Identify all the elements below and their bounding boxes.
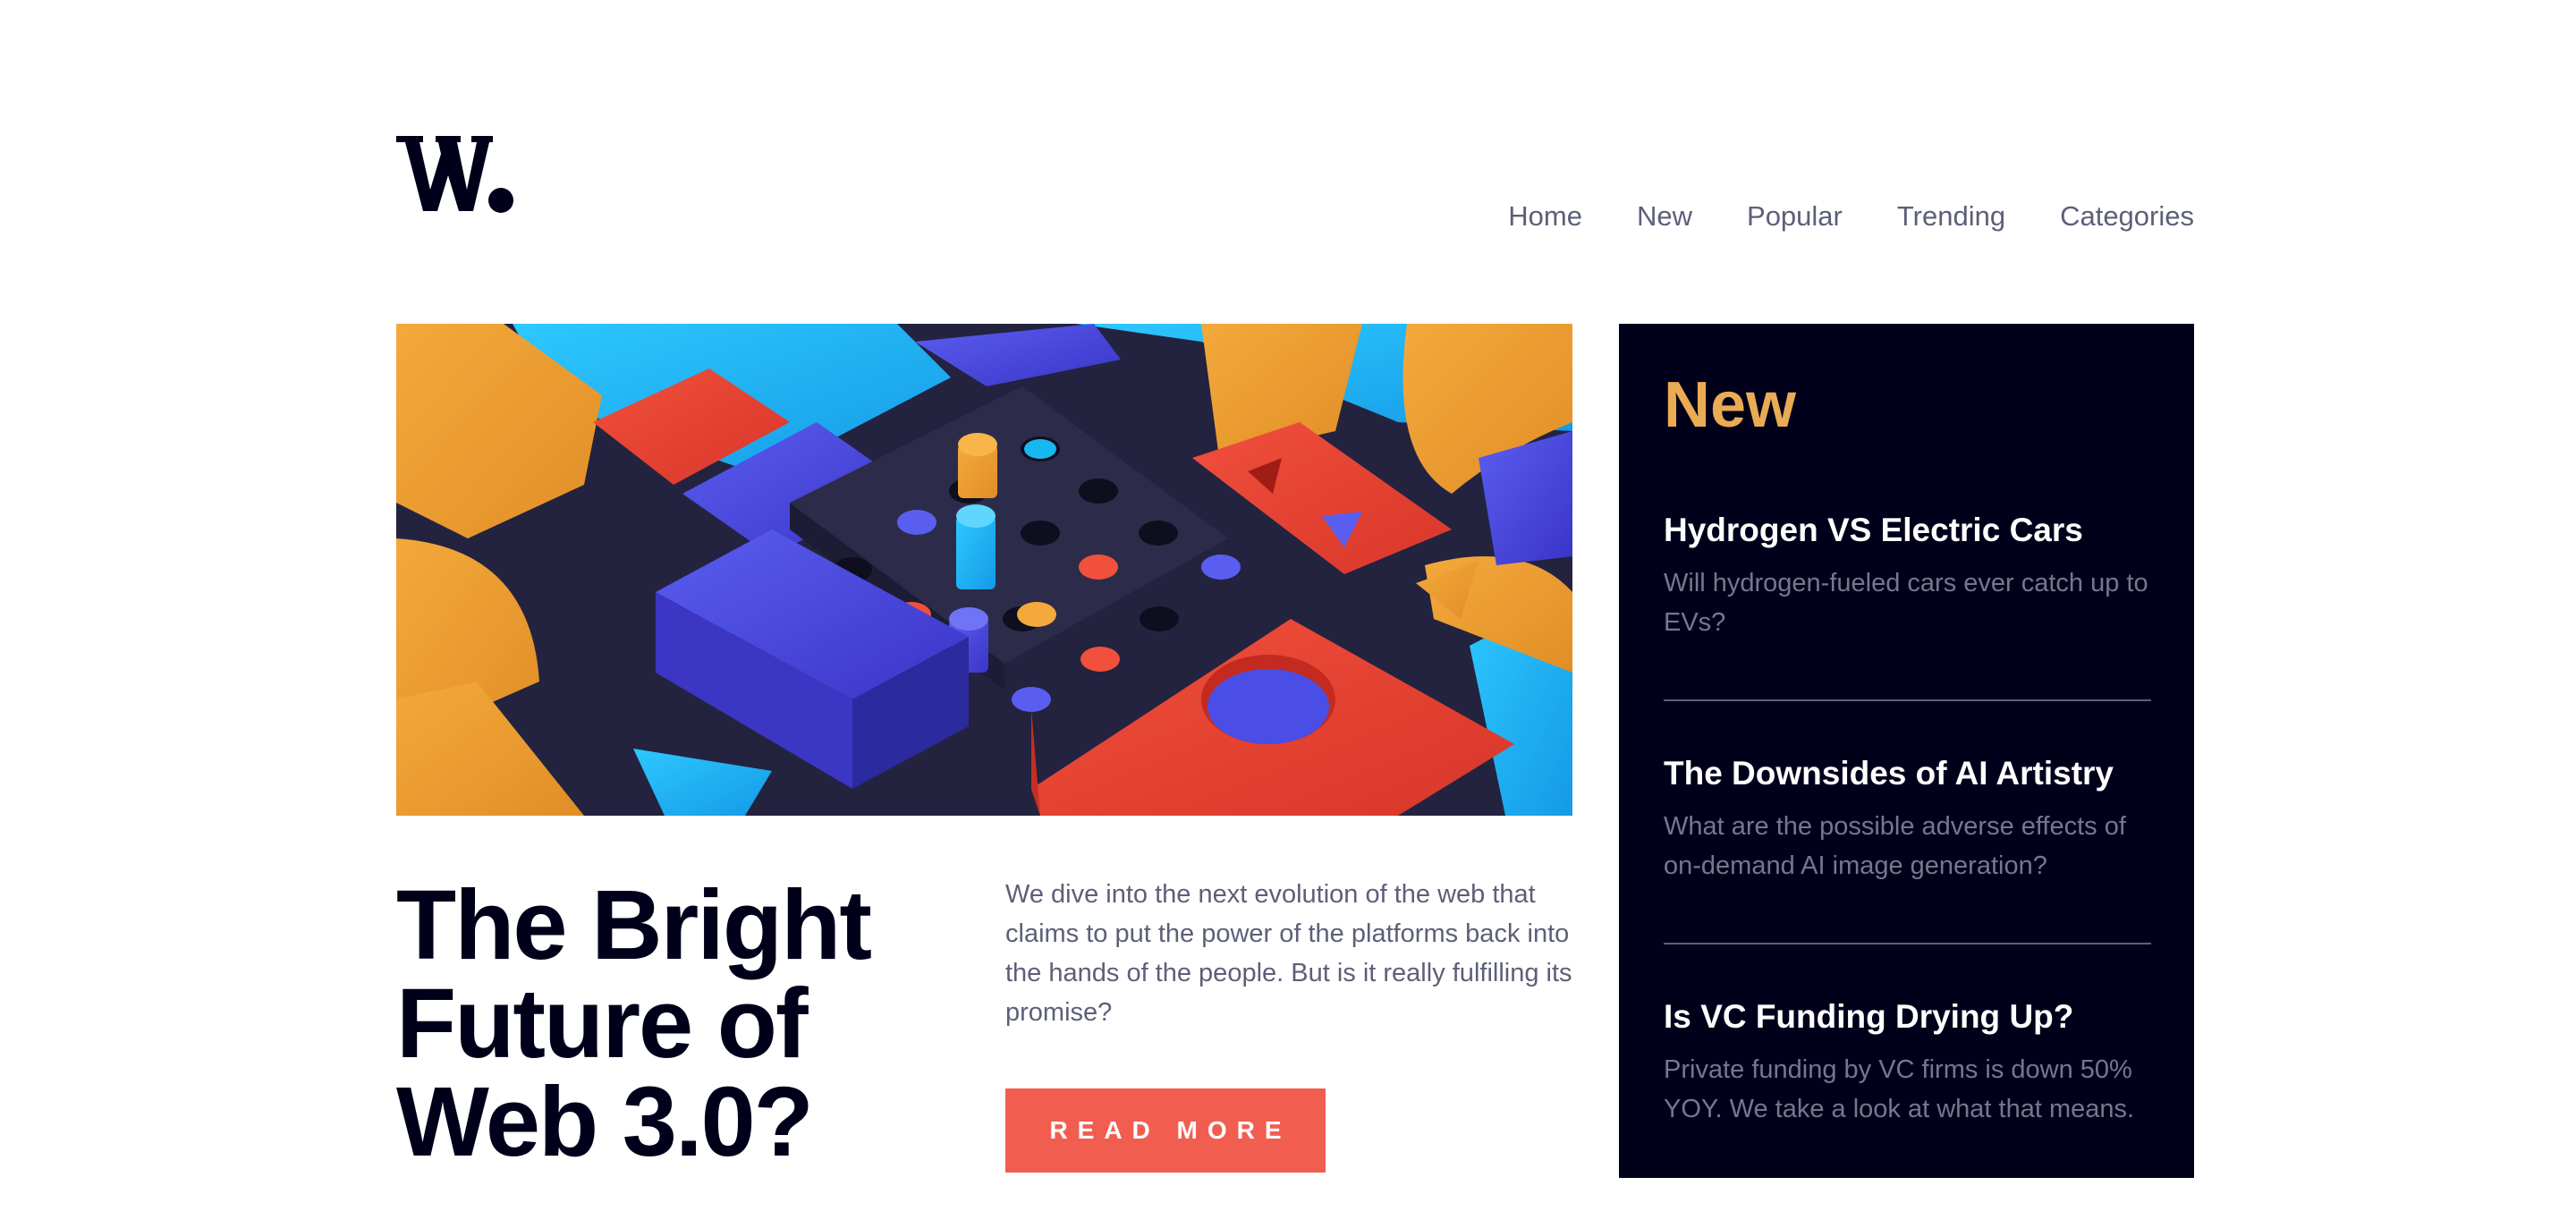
news-item-title[interactable]: The Downsides of AI Artistry xyxy=(1664,753,2151,794)
hero-description: We dive into the next evolution of the w… xyxy=(1005,880,1572,1027)
nav-new[interactable]: New xyxy=(1637,199,1692,234)
news-item[interactable]: Hydrogen VS Electric Cars Will hydrogen-… xyxy=(1664,510,2151,642)
divider xyxy=(1664,699,2151,701)
nav-popular[interactable]: Popular xyxy=(1747,199,1843,234)
hero-title-line-3: Web 3.0? xyxy=(396,1067,814,1177)
news-item-title[interactable]: Is VC Funding Drying Up? xyxy=(1664,996,2151,1037)
hero-title-line-1: The Bright xyxy=(396,870,872,980)
hero-image xyxy=(396,324,1572,816)
hero-title: The Bright Future of Web 3.0? xyxy=(396,877,969,1172)
hero-title-line-2: Future of xyxy=(396,969,809,1079)
read-more-button[interactable]: READ MORE xyxy=(1005,1088,1326,1173)
site-logo[interactable] xyxy=(396,134,517,220)
news-item-summary: Will hydrogen-fueled cars ever catch up … xyxy=(1664,569,2148,637)
divider xyxy=(1664,943,2151,944)
news-item-summary: What are the possible adverse effects of… xyxy=(1664,812,2126,880)
news-item-summary: Private funding by VC firms is down 50% … xyxy=(1664,1055,2135,1123)
news-item[interactable]: The Downsides of AI Artistry What are th… xyxy=(1664,753,2151,885)
news-item[interactable]: Is VC Funding Drying Up? Private funding… xyxy=(1664,996,2151,1129)
nav-home[interactable]: Home xyxy=(1508,199,1582,234)
new-articles-sidebar: New Hydrogen VS Electric Cars Will hydro… xyxy=(1619,324,2194,1178)
news-item-title[interactable]: Hydrogen VS Electric Cars xyxy=(1664,510,2151,551)
nav-trending[interactable]: Trending xyxy=(1897,199,2005,234)
logo-icon xyxy=(396,136,513,213)
main-nav: Home New Popular Trending Categories xyxy=(1508,199,2194,234)
nav-categories[interactable]: Categories xyxy=(2060,199,2194,234)
sidebar-heading: New xyxy=(1664,369,1797,441)
